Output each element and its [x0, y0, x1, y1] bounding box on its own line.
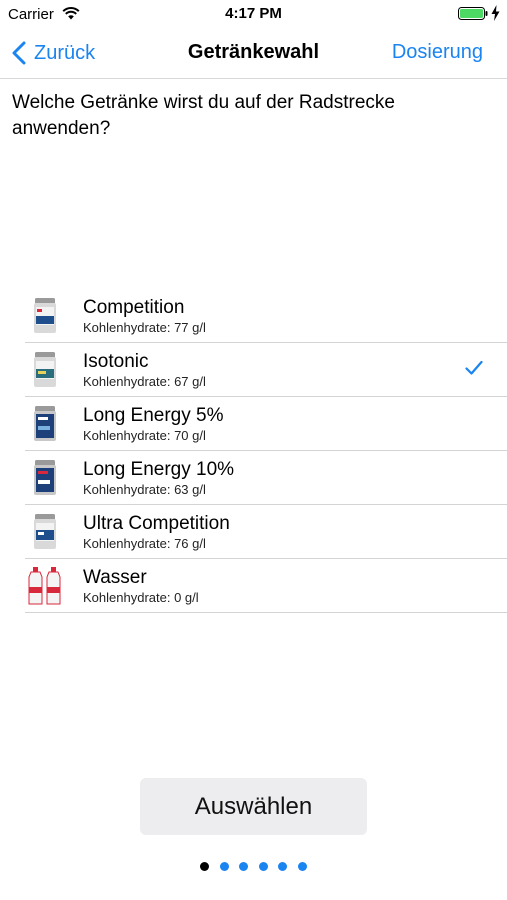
powder-can-icon — [34, 352, 56, 387]
dosierung-button[interactable]: Dosierung — [392, 41, 483, 64]
checkmark-icon — [465, 360, 483, 375]
powder-can-icon — [34, 406, 56, 441]
page-dot — [200, 862, 209, 871]
page-dot — [278, 862, 287, 871]
drink-name: Competition — [83, 297, 185, 318]
drink-carbs: Kohlenhydrate: 63 g/l — [83, 482, 206, 497]
select-button[interactable]: Auswählen — [140, 778, 367, 835]
drink-carbs: Kohlenhydrate: 0 g/l — [83, 590, 199, 605]
drink-list: Competition Kohlenhydrate: 77 g/l Isoton… — [25, 289, 507, 613]
page-dot — [258, 862, 268, 871]
drink-row-isotonic[interactable]: Isotonic Kohlenhydrate: 67 g/l — [25, 343, 507, 397]
drink-carbs: Kohlenhydrate: 76 g/l — [83, 536, 206, 551]
water-bottles-icon — [28, 567, 61, 605]
drink-name: Ultra Competition — [83, 513, 230, 534]
question-text: Welche Getränke wirst du auf der Radstre… — [12, 92, 395, 139]
drink-name: Long Energy 5% — [83, 405, 224, 426]
drink-carbs: Kohlenhydrate: 67 g/l — [83, 374, 206, 389]
drink-row-long-energy-5[interactable]: Long Energy 5% Kohlenhydrate: 70 g/l — [25, 397, 507, 451]
drink-carbs: Kohlenhydrate: 77 g/l — [83, 320, 206, 335]
clock: 4:17 PM — [225, 5, 282, 22]
back-button[interactable]: Zurück — [12, 38, 95, 68]
page-dot — [239, 862, 248, 871]
powder-can-icon — [34, 460, 56, 495]
charging-bolt-icon — [491, 5, 500, 21]
chevron-left-icon — [12, 41, 26, 65]
drink-name: Wasser — [83, 567, 147, 588]
drink-row-wasser[interactable]: Wasser Kohlenhydrate: 0 g/l — [25, 559, 507, 613]
page-dot — [219, 862, 229, 871]
drink-carbs: Kohlenhydrate: 70 g/l — [83, 428, 206, 443]
drink-name: Isotonic — [83, 351, 149, 372]
powder-can-icon — [34, 298, 56, 333]
drink-row-ultra-competition[interactable]: Ultra Competition Kohlenhydrate: 76 g/l — [25, 505, 507, 559]
status-bar: Carrier 4:17 PM — [0, 0, 507, 28]
drink-row-competition[interactable]: Competition Kohlenhydrate: 77 g/l — [25, 289, 507, 343]
drink-name: Long Energy 10% — [83, 459, 235, 480]
back-label: Zurück — [34, 41, 96, 64]
powder-can-icon — [34, 514, 56, 549]
navigation-bar: Zurück Getränkewahl Dosierung — [0, 28, 507, 79]
page-dot — [297, 862, 307, 871]
drink-row-long-energy-10[interactable]: Long Energy 10% Kohlenhydrate: 63 g/l — [25, 451, 507, 505]
page-indicator[interactable] — [200, 862, 317, 871]
battery-icon — [458, 7, 488, 20]
